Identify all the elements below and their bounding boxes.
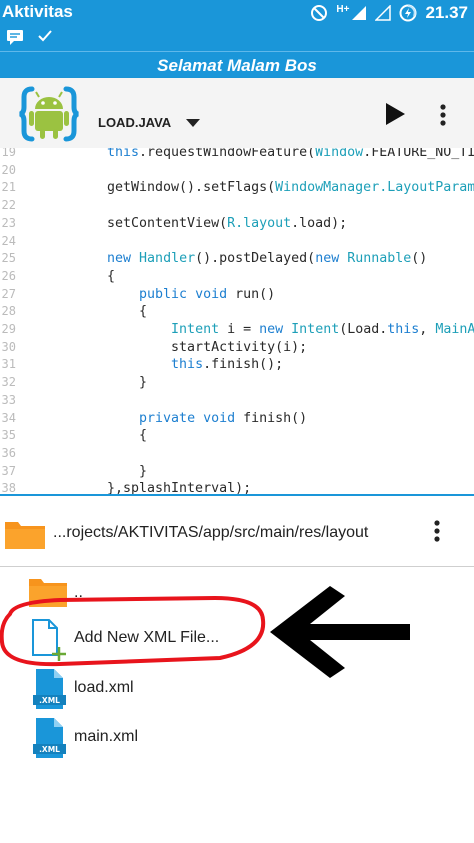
code-line: 24 xyxy=(1,233,16,248)
status-time: 21.37 xyxy=(425,3,468,22)
code-line: 26{ xyxy=(1,268,116,284)
code-line: 19 this.requestWindowFeature(Window.FEATU… xyxy=(1,148,474,160)
battery-charging-icon xyxy=(399,4,417,22)
file-type-badge: .XML xyxy=(39,696,60,705)
status-icons: H+ 21.37 xyxy=(310,3,468,23)
code-line: 35 { xyxy=(1,428,148,444)
list-item-label: main.xml xyxy=(74,728,139,745)
code-line: 30 startActivity(i); xyxy=(1,339,308,355)
editor-toolbar: LOAD.JAVA xyxy=(0,78,474,148)
code-line: 34 private void finish() xyxy=(1,410,308,426)
code-line: 31 this.finish(); xyxy=(1,357,284,373)
signal-outline-icon xyxy=(375,5,392,21)
code-line: 25 new Handler().postDelayed(new Runnable… xyxy=(1,251,428,267)
code-line: 20 xyxy=(1,162,16,177)
code-line: 22 xyxy=(1,198,16,213)
code-line: 37 } xyxy=(1,463,148,479)
open-file-title[interactable]: LOAD.JAVA xyxy=(98,115,171,130)
status-bar: Aktivitas H+ 21.37 xyxy=(0,0,474,25)
network-type-label: H+ xyxy=(336,3,350,15)
code-line: 23 setContentView(R.layout.load); xyxy=(1,215,348,231)
message-icon xyxy=(7,30,23,45)
annotation-overlay xyxy=(0,586,410,678)
annotation-red-ellipse xyxy=(0,595,266,667)
android-braces-logo xyxy=(19,86,79,142)
notification-row xyxy=(0,25,474,51)
status-app-name: Aktivitas xyxy=(2,2,73,21)
code-line: 33 xyxy=(1,392,16,407)
code-line: 36 xyxy=(1,445,16,460)
play-icon[interactable] xyxy=(384,102,406,126)
overflow-menu-icon[interactable] xyxy=(434,520,440,542)
do-not-disturb-icon xyxy=(311,5,328,21)
code-line: 29 Intent i = new Intent(Load.this, Main… xyxy=(1,322,474,337)
file-type-badge: .XML xyxy=(39,745,60,754)
code-line: 21 getWindow().setFlags(WindowManager.Lay… xyxy=(1,180,474,196)
code-line: 32 } xyxy=(1,375,148,391)
signal-icon xyxy=(352,6,367,20)
overflow-menu-icon[interactable] xyxy=(440,104,446,126)
file-browser-header: ...rojects/AKTIVITAS/app/src/main/res/la… xyxy=(0,496,474,567)
code-editor[interactable]: 19 this.requestWindowFeature(Window.FEATU… xyxy=(0,148,474,494)
annotation-arrow-icon xyxy=(270,586,410,678)
greeting-banner: Selamat Malam Bos xyxy=(0,51,474,79)
check-icon xyxy=(38,30,52,42)
code-line: 28 { xyxy=(1,304,148,320)
file-dropdown-icon[interactable] xyxy=(186,119,200,127)
current-path: ...rojects/AKTIVITAS/app/src/main/res/la… xyxy=(53,524,369,541)
code-line: 27 public void run() xyxy=(1,286,276,302)
folder-icon xyxy=(5,522,45,549)
code-line: 38},splashInterval); xyxy=(1,481,252,494)
list-item-file[interactable]: .XML main.xml xyxy=(0,715,474,763)
xml-file-icon: .XML xyxy=(33,718,66,758)
